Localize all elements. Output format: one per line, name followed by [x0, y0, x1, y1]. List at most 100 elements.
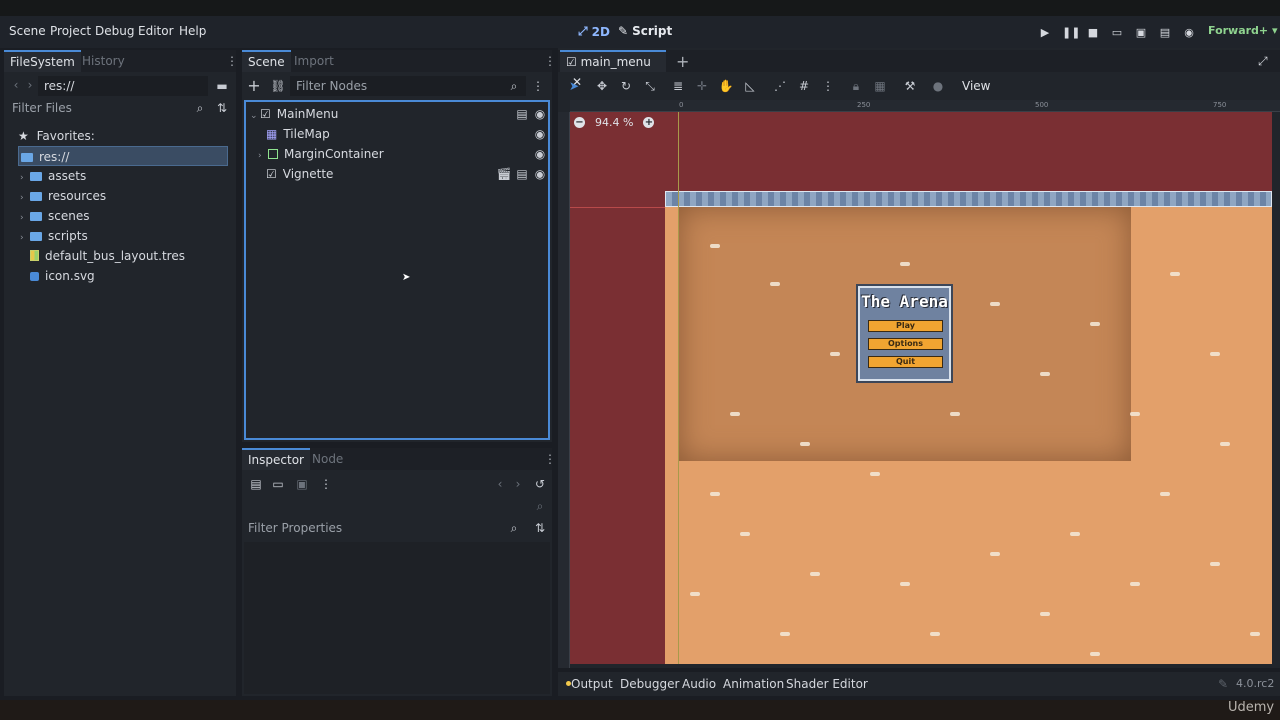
kebab-menu-icon[interactable]: ⋮ [318, 476, 334, 492]
add-tab-icon[interactable]: + [676, 52, 689, 71]
game-play-button[interactable]: Play [868, 320, 943, 332]
history-back-icon[interactable]: ‹ [492, 476, 508, 492]
workspace-2d-button[interactable]: ⤢ 2D [578, 24, 610, 39]
kebab-menu-icon[interactable]: ⋮ [226, 54, 238, 68]
node-row-mainmenu[interactable]: ⌄ ☑ MainMenu [250, 104, 338, 124]
ruler-tool-icon[interactable]: ◺ [742, 78, 758, 94]
zoom-in-icon[interactable]: + [643, 116, 655, 128]
play-scene-icon[interactable]: ▣ [1134, 26, 1148, 40]
folder-row-scripts[interactable]: › scripts [20, 226, 88, 246]
stop-icon[interactable]: ■ [1086, 26, 1100, 40]
tab-filesystem[interactable]: FileSystem [4, 50, 81, 72]
group-icon[interactable]: ▦ [872, 78, 888, 94]
menu-scene[interactable]: Scene [9, 24, 46, 38]
forward-icon[interactable]: › [22, 77, 38, 93]
node-row-margincontainer[interactable]: › MarginContainer [258, 144, 384, 164]
add-node-icon[interactable]: + [246, 78, 262, 94]
ruler-left[interactable] [558, 112, 570, 668]
kebab-menu-icon[interactable]: ⋮ [820, 78, 836, 94]
collapse-arrow-icon[interactable]: ⌄ [250, 106, 260, 126]
move-tool-icon[interactable]: ✥ [594, 78, 610, 94]
toggle-split-icon[interactable]: ▬ [214, 78, 230, 94]
tab-animation[interactable]: Animation [723, 677, 784, 691]
play-icon[interactable]: ▶ [1038, 26, 1052, 40]
history-icon[interactable]: ↺ [532, 476, 548, 492]
save-icon[interactable]: ▣ [294, 476, 310, 492]
play-custom-scene-icon[interactable]: ▤ [1158, 26, 1172, 40]
scene-canvas[interactable]: The Arena Play Options Quit [570, 112, 1272, 664]
root-folder-row[interactable]: res:// [18, 146, 228, 166]
select-tool-icon[interactable]: ➤ [566, 78, 582, 94]
kebab-menu-icon[interactable]: ⋮ [530, 78, 546, 94]
menu-debug[interactable]: Debug [95, 24, 134, 38]
pivot-icon[interactable]: ✛ [694, 78, 710, 94]
tab-audio[interactable]: Audio [682, 677, 716, 691]
tab-shader-editor[interactable]: Shader Editor [786, 677, 868, 691]
game-quit-button[interactable]: Quit [868, 356, 943, 368]
node-row-tilemap[interactable]: ▦ TileMap [266, 124, 330, 144]
pause-icon[interactable]: ❚❚ [1062, 26, 1080, 40]
property-filter-icon[interactable]: ⇅ [532, 520, 548, 536]
list-select-icon[interactable]: ≣ [670, 78, 686, 94]
visibility-eye-icon[interactable]: ◉ [532, 106, 548, 122]
folder-row-resources[interactable]: › resources [20, 186, 106, 206]
smart-snap-icon[interactable]: ⋰ [772, 78, 788, 94]
menu-project[interactable]: Project [50, 24, 91, 38]
menu-editor[interactable]: Editor [138, 24, 174, 38]
visibility-eye-icon[interactable]: ◉ [532, 146, 548, 162]
lock-icon[interactable]: 🔒︎ [848, 78, 864, 94]
visibility-eye-icon[interactable]: ◉ [532, 166, 548, 182]
expand-arrow-icon[interactable]: › [20, 208, 30, 228]
path-field[interactable]: res:// [38, 76, 208, 96]
menu-help[interactable]: Help [179, 24, 206, 38]
remote-debug-icon[interactable]: ▭ [1110, 26, 1124, 40]
kebab-menu-icon[interactable]: ⋮ [544, 452, 556, 466]
scene-tree[interactable]: ⌄ ☑ MainMenu ▤ ◉ ▦ TileMap ◉ › MarginContain… [244, 100, 550, 440]
scale-tool-icon[interactable]: ⤡ [642, 78, 658, 94]
visibility-eye-icon[interactable]: ◉ [532, 126, 548, 142]
tab-node[interactable]: Node [306, 448, 349, 470]
link-icon[interactable]: ⛓ [270, 78, 286, 94]
sort-icon[interactable]: ⇅ [214, 100, 230, 116]
zoom-level[interactable]: 94.4 % [595, 116, 633, 129]
object-search-icon[interactable]: ⌕ [532, 498, 548, 514]
expand-arrow-icon[interactable]: › [20, 168, 30, 188]
script-icon[interactable]: ▤ [514, 106, 530, 122]
clapper-icon[interactable]: 🎬︎ [496, 166, 512, 182]
camera-override-icon[interactable]: ● [930, 78, 946, 94]
bone-icon[interactable]: ⚒ [902, 78, 918, 94]
filter-properties-input[interactable]: Filter Properties [242, 518, 528, 538]
pin-icon[interactable]: ✎ [1218, 677, 1228, 691]
scene-tab-main-menu[interactable]: ☑ main_menu ✕ [560, 50, 666, 89]
workspace-script-button[interactable]: ✎ Script [618, 24, 672, 38]
grid-snap-icon[interactable]: # [796, 78, 812, 94]
renderer-select[interactable]: Forward+ ▾ [1208, 24, 1278, 37]
tab-debugger[interactable]: Debugger [620, 677, 679, 691]
filter-files-input[interactable]: Filter Files [6, 98, 212, 118]
rotate-tool-icon[interactable]: ↻ [618, 78, 634, 94]
tab-inspector[interactable]: Inspector [242, 448, 310, 470]
file-row-icon-svg[interactable]: icon.svg [30, 266, 95, 286]
filter-nodes-input[interactable]: Filter Nodes [290, 76, 526, 96]
history-forward-icon[interactable]: › [510, 476, 526, 492]
tab-import[interactable]: Import [288, 50, 340, 72]
node-row-vignette[interactable]: ☑ Vignette [266, 164, 333, 184]
favorites-row[interactable]: ★ Favorites: [18, 126, 95, 146]
expand-arrow-icon[interactable]: › [20, 228, 30, 248]
expand-arrow-icon[interactable]: › [258, 146, 268, 166]
open-folder-icon[interactable]: ▭ [270, 476, 286, 492]
distraction-free-icon[interactable]: ⤢ [1258, 54, 1268, 69]
script-icon[interactable]: ▤ [514, 166, 530, 182]
expand-arrow-icon[interactable]: › [20, 188, 30, 208]
kebab-menu-icon[interactable]: ⋮ [544, 54, 556, 68]
tab-history[interactable]: History [76, 50, 131, 72]
movie-maker-icon[interactable]: ◉ [1182, 26, 1196, 40]
view-menu[interactable]: View [962, 79, 990, 93]
game-options-button[interactable]: Options [868, 338, 943, 350]
new-resource-icon[interactable]: ▤ [248, 476, 264, 492]
folder-row-scenes[interactable]: › scenes [20, 206, 89, 226]
pan-tool-icon[interactable]: ✋ [718, 78, 734, 94]
ruler-top[interactable]: 0 250 500 750 [570, 100, 1280, 112]
file-row-bus-layout[interactable]: default_bus_layout.tres [30, 246, 185, 266]
tab-scene[interactable]: Scene [242, 50, 291, 72]
